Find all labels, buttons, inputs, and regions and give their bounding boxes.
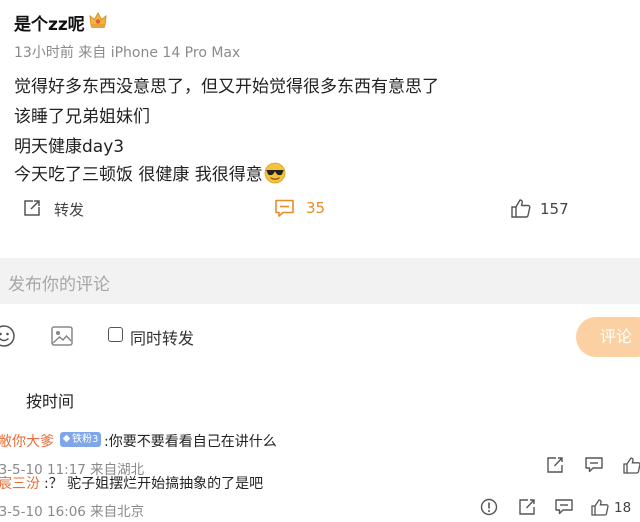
comment-2-meta: 23-5-10 16:06 来自北京 xyxy=(0,504,145,520)
comment-count: 35 xyxy=(306,199,326,217)
repost-label: 转发 xyxy=(54,201,85,219)
post-meta: 13小时前 来自 iPhone 14 Pro Max xyxy=(14,45,241,61)
sync-repost-checkbox[interactable] xyxy=(108,327,123,342)
thumbs-up-icon xyxy=(511,199,531,218)
comment-2-like-count: 18 xyxy=(614,500,632,516)
comment-2-text: :？ 驼子姐摆烂开始搞抽象的了是吧 xyxy=(44,476,264,492)
sync-repost-label: 同时转发 xyxy=(130,329,195,348)
comment-2-reply-icon[interactable] xyxy=(554,498,574,516)
like-button[interactable]: 157 xyxy=(510,196,590,222)
comment-1-author[interactable]: 敝你大爹 xyxy=(0,431,54,451)
emoji-picker-icon[interactable] xyxy=(0,324,16,348)
comment-2-like-icon[interactable] xyxy=(590,497,610,517)
fan-badge: 铁粉3 xyxy=(60,432,102,447)
comment-2-share-icon[interactable] xyxy=(518,498,538,516)
post-line-4-text: 今天吃了三顿饭 很健康 我很得意 xyxy=(14,165,263,185)
comment-2-report-icon[interactable] xyxy=(480,498,498,516)
like-count: 157 xyxy=(540,200,569,218)
sunglasses-emoji-icon xyxy=(264,162,286,184)
post-line-3: 明天健康day3 xyxy=(14,137,125,157)
crown-badge-icon xyxy=(89,11,107,28)
share-icon xyxy=(24,200,40,216)
comment-count-button[interactable]: 35 xyxy=(274,196,334,222)
comment-1-reply-icon[interactable] xyxy=(584,456,604,474)
post-line-2: 该睡了兄弟姐妹们 xyxy=(14,107,150,127)
comment-1-share-icon[interactable] xyxy=(546,456,566,474)
comment-2-author[interactable]: 宸三汾 xyxy=(0,473,40,493)
sort-by-time-tab[interactable]: 按时间 xyxy=(26,388,74,412)
submit-comment-button[interactable]: 评论 xyxy=(576,317,640,357)
post-line-4: 今天吃了三顿饭 很健康 我很得意 xyxy=(14,160,286,185)
image-upload-icon[interactable] xyxy=(50,325,74,347)
comment-input-placeholder: 发布你的评论 xyxy=(8,275,110,295)
post-username[interactable]: 是个zz呢 xyxy=(14,10,85,35)
comment-1-like-icon[interactable] xyxy=(622,455,640,475)
comment-1-text: :你要不要看看自己在讲什么 xyxy=(104,434,277,450)
comment-icon xyxy=(275,199,294,217)
post-line-1: 觉得好多东西没意思了，但又开始觉得很多东西有意思了 xyxy=(14,77,439,97)
